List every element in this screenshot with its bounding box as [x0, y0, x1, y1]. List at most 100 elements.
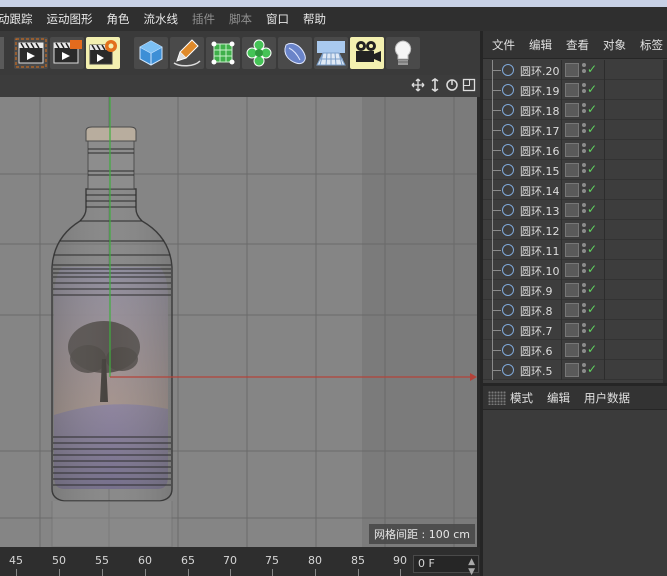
object-row[interactable]: 圆环.6 ✓: [483, 340, 667, 360]
deformer-button[interactable]: [278, 37, 312, 69]
object-row[interactable]: 圆环.5 ✓: [483, 360, 667, 380]
layer-tag-icon[interactable]: [565, 143, 579, 157]
visibility-dots-icon[interactable]: [582, 243, 586, 257]
enabled-check-icon[interactable]: ✓: [587, 242, 597, 256]
object-row[interactable]: 圆环.11 ✓: [483, 240, 667, 260]
enabled-check-icon[interactable]: ✓: [587, 62, 597, 76]
object-name[interactable]: 圆环.5: [520, 363, 553, 379]
object-name[interactable]: 圆环.7: [520, 323, 553, 339]
object-row[interactable]: 圆环.19 ✓: [483, 80, 667, 100]
object-row[interactable]: 圆环.10 ✓: [483, 260, 667, 280]
object-row[interactable]: 圆环.20 ✓: [483, 60, 667, 80]
object-name[interactable]: 圆环.17: [520, 123, 560, 139]
layer-tag-icon[interactable]: [565, 63, 579, 77]
object-row[interactable]: 圆环.9 ✓: [483, 280, 667, 300]
render-view-button[interactable]: [50, 37, 84, 69]
render-region-button[interactable]: [14, 37, 48, 69]
object-row[interactable]: 圆环.16 ✓: [483, 140, 667, 160]
visibility-dots-icon[interactable]: [582, 363, 586, 377]
panel-grip-icon[interactable]: [488, 390, 506, 405]
layer-tag-icon[interactable]: [565, 223, 579, 237]
enabled-check-icon[interactable]: ✓: [587, 222, 597, 236]
move-view-icon[interactable]: [411, 78, 425, 92]
object-name[interactable]: 圆环.11: [520, 243, 560, 259]
visibility-dots-icon[interactable]: [582, 263, 586, 277]
layer-tag-icon[interactable]: [565, 363, 579, 377]
visibility-dots-icon[interactable]: [582, 163, 586, 177]
layer-tag-icon[interactable]: [565, 343, 579, 357]
am-menu-edit[interactable]: 编辑: [547, 390, 570, 406]
visibility-dots-icon[interactable]: [582, 323, 586, 337]
timeline-ruler[interactable]: 45 50 55 60 65 70 75 80 85 90: [0, 547, 480, 576]
am-menu-user-data[interactable]: 用户数据: [584, 390, 630, 406]
om-menu-objects[interactable]: 对象: [603, 37, 626, 53]
cloner-button[interactable]: [242, 37, 276, 69]
visibility-dots-icon[interactable]: [582, 123, 586, 137]
rotate-view-icon[interactable]: [445, 78, 459, 92]
enabled-check-icon[interactable]: ✓: [587, 102, 597, 116]
viewport-canvas[interactable]: 网格间距 : 100 cm: [0, 97, 477, 547]
layer-tag-icon[interactable]: [565, 323, 579, 337]
object-name[interactable]: 圆环.20: [520, 63, 560, 79]
enabled-check-icon[interactable]: ✓: [587, 302, 597, 316]
menu-motion-tracking[interactable]: 动跟踪: [0, 11, 33, 27]
visibility-dots-icon[interactable]: [582, 203, 586, 217]
enabled-check-icon[interactable]: ✓: [587, 322, 597, 336]
visibility-dots-icon[interactable]: [582, 283, 586, 297]
object-name[interactable]: 圆环.16: [520, 143, 560, 159]
om-menu-file[interactable]: 文件: [492, 37, 515, 53]
om-menu-edit[interactable]: 编辑: [529, 37, 552, 53]
object-name[interactable]: 圆环.13: [520, 203, 560, 219]
layer-tag-icon[interactable]: [565, 103, 579, 117]
enabled-check-icon[interactable]: ✓: [587, 122, 597, 136]
menu-character[interactable]: 角色: [107, 11, 130, 27]
menu-script[interactable]: 脚本: [229, 11, 252, 27]
camera-button[interactable]: [350, 37, 384, 69]
layer-tag-icon[interactable]: [565, 123, 579, 137]
layer-tag-icon[interactable]: [565, 243, 579, 257]
menu-help[interactable]: 帮助: [303, 11, 326, 27]
render-settings-button[interactable]: [86, 37, 120, 69]
object-row[interactable]: 圆环.18 ✓: [483, 100, 667, 120]
visibility-dots-icon[interactable]: [582, 83, 586, 97]
visibility-dots-icon[interactable]: [582, 143, 586, 157]
floor-button[interactable]: [314, 37, 348, 69]
layer-tag-icon[interactable]: [565, 283, 579, 297]
maximize-view-icon[interactable]: [462, 78, 476, 92]
enabled-check-icon[interactable]: ✓: [587, 202, 597, 216]
visibility-dots-icon[interactable]: [582, 223, 586, 237]
object-name[interactable]: 圆环.19: [520, 83, 560, 99]
layer-tag-icon[interactable]: [565, 263, 579, 277]
object-name[interactable]: 圆环.8: [520, 303, 553, 319]
subdivision-button[interactable]: [206, 37, 240, 69]
object-name[interactable]: 圆环.18: [520, 103, 560, 119]
enabled-check-icon[interactable]: ✓: [587, 262, 597, 276]
object-row[interactable]: 圆环.13 ✓: [483, 200, 667, 220]
menu-mograph[interactable]: 运动图形: [47, 11, 93, 27]
menu-window[interactable]: 窗口: [266, 11, 289, 27]
enabled-check-icon[interactable]: ✓: [587, 282, 597, 296]
layer-tag-icon[interactable]: [565, 203, 579, 217]
current-frame-field[interactable]: 0 F ▲ ▼: [413, 555, 479, 576]
enabled-check-icon[interactable]: ✓: [587, 82, 597, 96]
menu-plugins[interactable]: 插件: [192, 11, 215, 27]
visibility-dots-icon[interactable]: [582, 183, 586, 197]
enabled-check-icon[interactable]: ✓: [587, 162, 597, 176]
object-row[interactable]: 圆环.12 ✓: [483, 220, 667, 240]
object-name[interactable]: 圆环.6: [520, 343, 553, 359]
om-menu-tags[interactable]: 标签: [640, 37, 663, 53]
object-name[interactable]: 圆环.10: [520, 263, 560, 279]
object-name[interactable]: 圆环.9: [520, 283, 553, 299]
object-row[interactable]: 圆环.14 ✓: [483, 180, 667, 200]
enabled-check-icon[interactable]: ✓: [587, 342, 597, 356]
menu-pipeline[interactable]: 流水线: [144, 11, 179, 27]
object-list-scrollbar[interactable]: [663, 60, 667, 383]
enabled-check-icon[interactable]: ✓: [587, 142, 597, 156]
light-button[interactable]: [386, 37, 420, 69]
object-row[interactable]: 圆环.7 ✓: [483, 320, 667, 340]
layer-tag-icon[interactable]: [565, 303, 579, 317]
layer-tag-icon[interactable]: [565, 183, 579, 197]
am-menu-mode[interactable]: 模式: [510, 390, 533, 406]
object-name[interactable]: 圆环.15: [520, 163, 560, 179]
object-row[interactable]: 圆环.17 ✓: [483, 120, 667, 140]
